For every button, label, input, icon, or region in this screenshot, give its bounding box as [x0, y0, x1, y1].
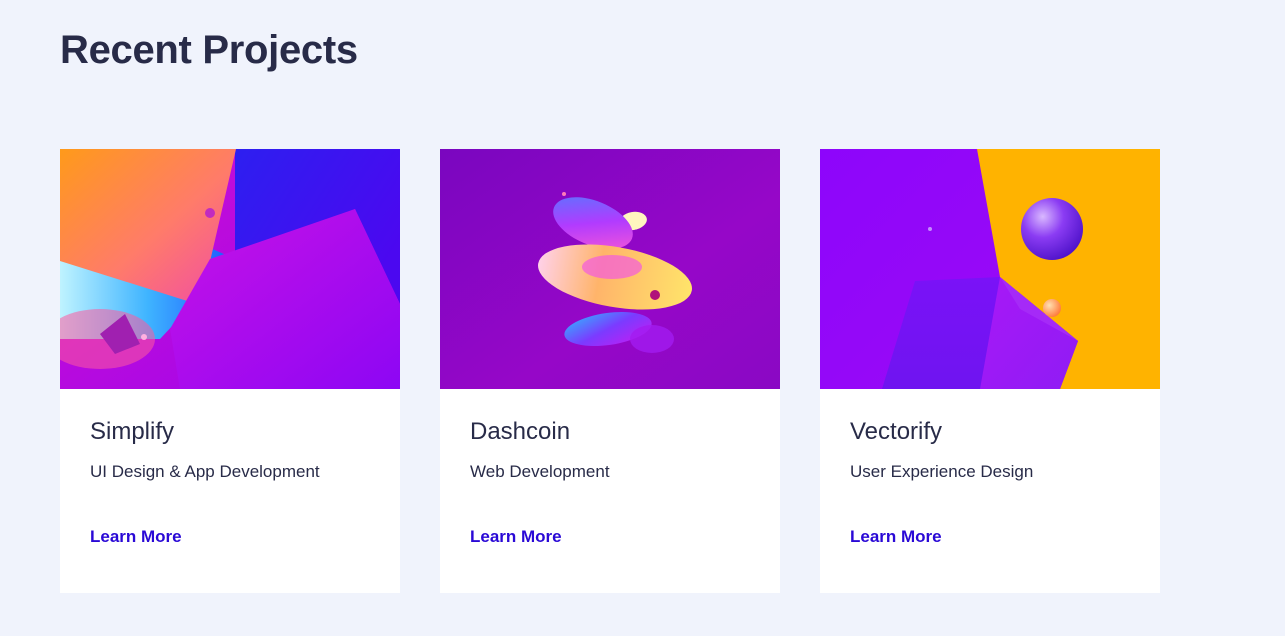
project-category: User Experience Design [850, 462, 1034, 481]
project-card-dashcoin: Dashcoin Web Development Learn More [440, 149, 780, 593]
project-image-simplify[interactable] [60, 149, 400, 389]
project-card-body: Simplify UI Design & App Development Lea… [60, 389, 400, 593]
learn-more-link[interactable]: Learn More [90, 527, 182, 547]
project-title: Dashcoin [470, 418, 571, 445]
page-title: Recent Projects [60, 28, 358, 72]
project-card-simplify: Simplify UI Design & App Development Lea… [60, 149, 400, 593]
project-image-dashcoin[interactable] [440, 149, 780, 389]
project-cards: Simplify UI Design & App Development Lea… [60, 149, 1160, 593]
project-card-body: Vectorify User Experience Design Learn M… [820, 389, 1160, 593]
project-title: Simplify [90, 418, 175, 445]
learn-more-link[interactable]: Learn More [470, 527, 562, 547]
project-card-body: Dashcoin Web Development Learn More [440, 389, 780, 593]
project-title: Vectorify [850, 418, 943, 445]
project-image-vectorify[interactable] [820, 149, 1160, 389]
page: Recent Projects Simplify UI Design & App… [0, 0, 1285, 636]
learn-more-link[interactable]: Learn More [850, 527, 942, 547]
project-category: UI Design & App Development [90, 462, 320, 481]
project-category: Web Development [470, 462, 610, 481]
project-card-vectorify: Vectorify User Experience Design Learn M… [820, 149, 1160, 593]
